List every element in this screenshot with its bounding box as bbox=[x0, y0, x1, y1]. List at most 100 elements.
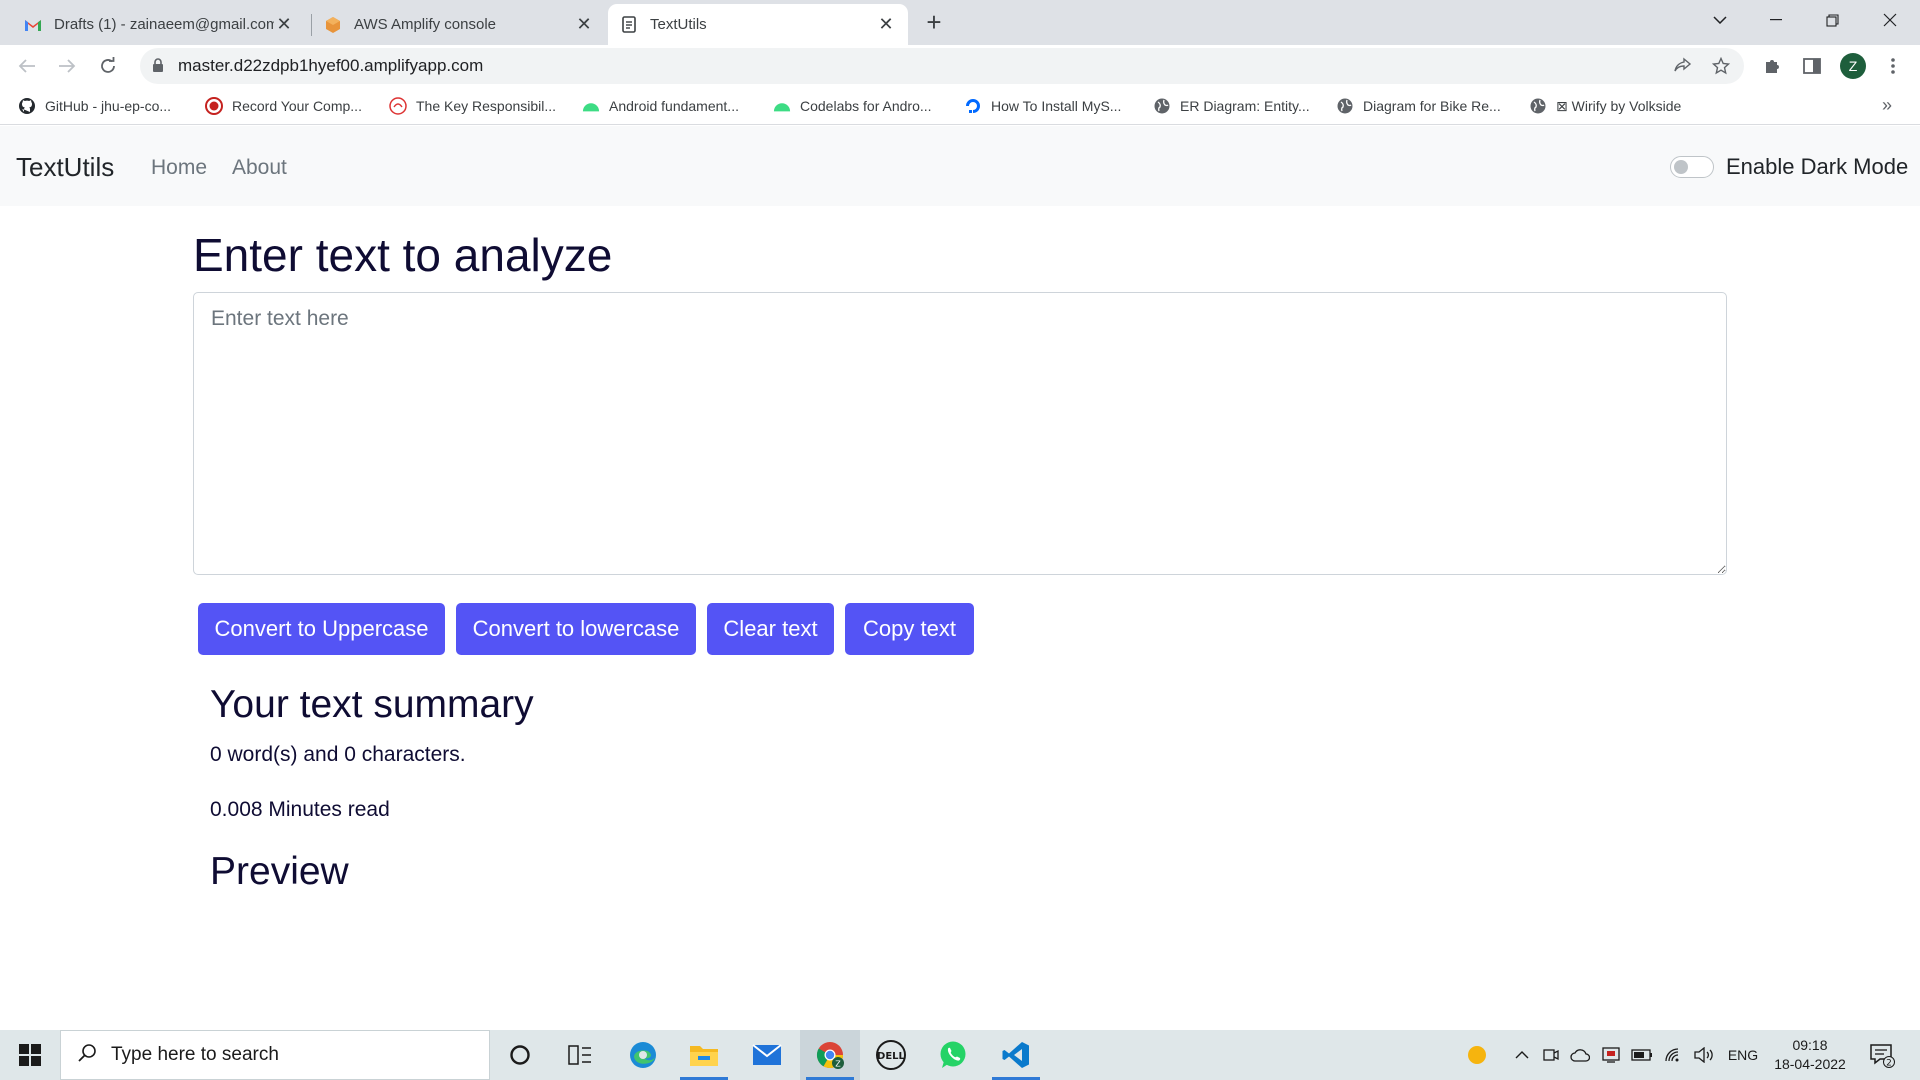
share-icon[interactable] bbox=[1674, 57, 1692, 80]
bookmark-label: GitHub - jhu-ep-co... bbox=[45, 98, 172, 114]
battery-icon[interactable] bbox=[1628, 1030, 1656, 1080]
bookmark-label: Android fundament... bbox=[609, 98, 739, 114]
search-icon bbox=[77, 1043, 97, 1068]
task-view-icon[interactable] bbox=[550, 1030, 610, 1080]
bookmark-item[interactable]: Android fundament... bbox=[582, 94, 739, 118]
bookmark-label: Record Your Comp... bbox=[232, 98, 362, 114]
bookmark-item[interactable]: Codelabs for Andro... bbox=[773, 94, 932, 118]
show-hidden-icons-chevron-icon[interactable] bbox=[1508, 1030, 1536, 1080]
profile-avatar[interactable]: Z bbox=[1840, 53, 1866, 79]
close-icon[interactable]: ✕ bbox=[274, 14, 294, 35]
text-input-area[interactable] bbox=[193, 292, 1727, 575]
convert-uppercase-button[interactable]: Convert to Uppercase bbox=[198, 603, 445, 655]
copy-text-button[interactable]: Copy text bbox=[845, 603, 974, 655]
android-icon bbox=[773, 97, 791, 115]
bookmark-item[interactable]: Diagram for Bike Re... bbox=[1336, 94, 1501, 118]
page-title: Enter text to analyze bbox=[193, 229, 613, 281]
gmail-icon bbox=[24, 16, 42, 34]
back-arrow-icon[interactable] bbox=[12, 51, 42, 81]
bookmark-item[interactable]: How To Install MyS... bbox=[964, 94, 1121, 118]
close-icon[interactable]: ✕ bbox=[876, 14, 896, 35]
taskbar-clock[interactable]: 09:18 18-04-2022 bbox=[1768, 1036, 1852, 1074]
notification-count: 2 bbox=[1886, 1059, 1892, 1069]
forward-arrow-icon[interactable] bbox=[52, 51, 82, 81]
site-icon bbox=[389, 97, 407, 115]
clock-date: 18-04-2022 bbox=[1774, 1056, 1846, 1072]
tab-gmail[interactable]: Drafts (1) - zainaeem@gmail.com ✕ bbox=[12, 4, 306, 45]
bookmark-item[interactable]: ⊠ Wirify by Volkside bbox=[1529, 94, 1681, 118]
reload-icon[interactable] bbox=[93, 51, 123, 81]
bookmark-star-icon[interactable] bbox=[1711, 56, 1731, 80]
dell-update-icon[interactable] bbox=[1598, 1030, 1624, 1080]
bookmark-item[interactable]: The Key Responsibil... bbox=[389, 94, 556, 118]
minimize-icon[interactable] bbox=[1748, 0, 1804, 40]
summary-heading: Your text summary bbox=[210, 683, 534, 726]
new-tab-plus-icon[interactable]: + bbox=[920, 7, 948, 37]
extensions-puzzle-icon[interactable] bbox=[1759, 53, 1785, 79]
globe-icon bbox=[1336, 97, 1354, 115]
bookmark-item[interactable]: ER Diagram: Entity... bbox=[1153, 94, 1310, 118]
clear-text-button[interactable]: Clear text bbox=[707, 603, 834, 655]
convert-lowercase-button[interactable]: Convert to lowercase bbox=[456, 603, 696, 655]
edge-icon[interactable] bbox=[613, 1030, 673, 1080]
bookmarks-bar: GitHub - jhu-ep-co... Record Your Comp..… bbox=[0, 87, 1920, 125]
more-vertical-icon[interactable] bbox=[1880, 53, 1906, 79]
dark-mode-switch[interactable] bbox=[1670, 156, 1714, 178]
volume-icon[interactable] bbox=[1690, 1030, 1720, 1080]
bookmark-item[interactable]: GitHub - jhu-ep-co... bbox=[18, 94, 171, 118]
digitalocean-icon bbox=[964, 97, 982, 115]
windows-start-icon[interactable] bbox=[0, 1030, 60, 1080]
tab-search-chevron-icon[interactable] bbox=[1692, 0, 1748, 40]
weather-icon[interactable] bbox=[1460, 1030, 1494, 1080]
search-placeholder: Type here to search bbox=[111, 1044, 279, 1065]
nav-about-link[interactable]: About bbox=[232, 156, 287, 180]
meet-now-icon[interactable] bbox=[1538, 1030, 1564, 1080]
nav-home-link[interactable]: Home bbox=[151, 156, 207, 180]
github-icon bbox=[18, 97, 36, 115]
whatsapp-icon[interactable] bbox=[923, 1030, 983, 1080]
switch-knob bbox=[1674, 160, 1688, 174]
notification-center-icon[interactable]: 2 bbox=[1862, 1030, 1902, 1080]
onedrive-cloud-icon[interactable] bbox=[1566, 1030, 1594, 1080]
document-icon bbox=[620, 16, 638, 34]
taskbar-search[interactable]: Type here to search bbox=[60, 1030, 490, 1080]
bookmark-label: Codelabs for Andro... bbox=[800, 98, 932, 114]
tab-title: Drafts (1) - zainaeem@gmail.com bbox=[54, 16, 274, 33]
dark-mode-label: Enable Dark Mode bbox=[1726, 154, 1909, 179]
aws-icon bbox=[324, 16, 342, 34]
more-bookmarks-chevron-icon[interactable]: » bbox=[1882, 95, 1892, 116]
address-bar[interactable]: master.d22zdpb1hyef00.amplifyapp.com bbox=[140, 48, 1744, 84]
mail-icon[interactable] bbox=[737, 1030, 797, 1080]
dark-mode-toggle[interactable]: Enable Dark Mode bbox=[1670, 154, 1908, 180]
vscode-icon[interactable] bbox=[986, 1030, 1046, 1080]
word-char-count: 0 word(s) and 0 characters. bbox=[210, 743, 466, 766]
brand-link[interactable]: TextUtils bbox=[16, 152, 114, 183]
cortana-icon[interactable] bbox=[490, 1030, 550, 1080]
tab-title: TextUtils bbox=[650, 16, 707, 33]
close-icon[interactable]: ✕ bbox=[574, 14, 594, 35]
language-indicator[interactable]: ENG bbox=[1722, 1030, 1764, 1080]
wifi-icon[interactable] bbox=[1660, 1030, 1688, 1080]
restore-icon[interactable] bbox=[1804, 0, 1860, 40]
bookmark-label: How To Install MyS... bbox=[991, 98, 1122, 114]
clock-time: 09:18 bbox=[1792, 1037, 1828, 1053]
tab-aws-amplify[interactable]: AWS Amplify console ✕ bbox=[312, 4, 606, 45]
record-icon bbox=[205, 97, 223, 115]
app-navbar: TextUtils Home About Enable Dark Mode bbox=[0, 126, 1920, 206]
tab-title: AWS Amplify console bbox=[354, 16, 496, 33]
bookmark-label: ⊠ Wirify by Volkside bbox=[1556, 97, 1682, 114]
side-panel-icon[interactable] bbox=[1799, 53, 1825, 79]
windows-taskbar: Type here to search Z DELL ENG 09:18 18-… bbox=[0, 1030, 1920, 1080]
url-text: master.d22zdpb1hyef00.amplifyapp.com bbox=[178, 56, 484, 75]
file-explorer-icon[interactable] bbox=[674, 1030, 734, 1080]
bookmark-label: The Key Responsibil... bbox=[416, 98, 557, 114]
dell-icon[interactable]: DELL bbox=[861, 1030, 921, 1080]
android-icon bbox=[582, 97, 600, 115]
bookmark-item[interactable]: Record Your Comp... bbox=[205, 94, 362, 118]
svg-text:Z: Z bbox=[835, 1060, 841, 1069]
lock-icon[interactable] bbox=[152, 58, 164, 78]
bookmark-label: Diagram for Bike Re... bbox=[1363, 98, 1501, 114]
window-close-icon[interactable] bbox=[1862, 0, 1918, 40]
chrome-icon[interactable]: Z bbox=[800, 1030, 860, 1080]
tab-textutils[interactable]: TextUtils ✕ bbox=[608, 4, 908, 45]
